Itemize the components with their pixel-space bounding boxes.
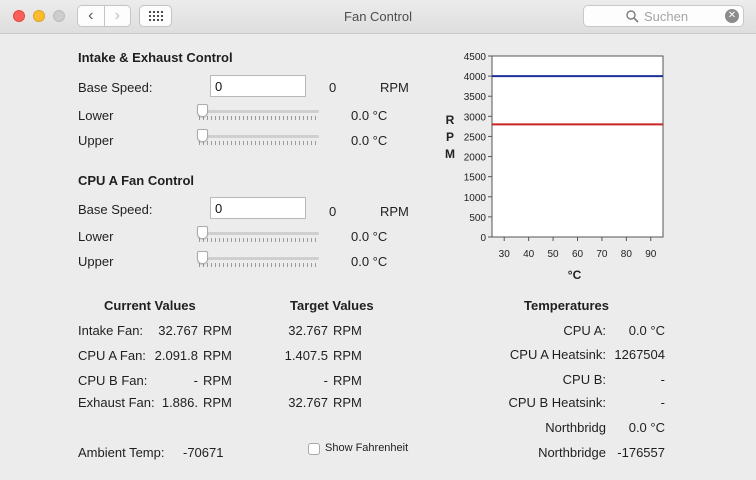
temp-value-cpu-a: 0.0 °C xyxy=(628,323,665,338)
cpu-a-lower-value: 0.0 °C xyxy=(351,229,388,244)
current-values-heading: Current Values xyxy=(104,298,196,313)
x-tick-label: 60 xyxy=(572,249,584,260)
search-icon xyxy=(626,10,639,23)
cpu-a-base-speed-field[interactable] xyxy=(210,197,306,219)
ambient-temp-value: -70671 xyxy=(183,445,224,460)
intake-lower-slider[interactable] xyxy=(197,104,319,123)
current-label-intake: Intake Fan: xyxy=(78,323,144,338)
temp-label-cpu-b: CPU B: xyxy=(562,372,606,387)
target-unit-intake: RPM xyxy=(333,323,362,338)
intake-rpm-unit: RPM xyxy=(380,80,409,95)
intake-exhaust-heading: Intake & Exhaust Control xyxy=(78,50,233,65)
y-tick-label: 3500 xyxy=(464,92,487,103)
cpu-a-upper-label: Upper xyxy=(78,254,114,269)
cpu-a-rpm-unit: RPM xyxy=(380,204,409,219)
show-fahrenheit-label[interactable]: Show Fahrenheit xyxy=(325,442,408,454)
search-input[interactable] xyxy=(644,8,724,24)
current-unit-cpu-b: RPM xyxy=(203,373,232,388)
target-value-intake: 32.767 xyxy=(288,323,328,338)
y-tick-label: 2000 xyxy=(464,153,487,164)
current-unit-intake: RPM xyxy=(203,323,232,338)
temp-value-northbridge: 0.0 °C xyxy=(628,420,665,435)
current-unit-exhaust: RPM xyxy=(203,395,232,410)
current-label-cpu-b: CPU B Fan: xyxy=(78,373,148,388)
slider-thumb[interactable] xyxy=(197,226,208,239)
target-unit-cpu-b: RPM xyxy=(333,373,362,388)
temp-value-northbridge-2: -176557 xyxy=(617,445,665,460)
target-unit-cpu-a: RPM xyxy=(333,348,362,363)
cpu-a-base-speed-label: Base Speed: xyxy=(78,202,153,217)
target-value-exhaust: 32.767 xyxy=(288,395,328,410)
target-unit-exhaust: RPM xyxy=(333,395,362,410)
cpu-a-lower-slider[interactable] xyxy=(197,226,319,245)
current-value-exhaust: 1.886. xyxy=(161,395,198,410)
temperatures-heading: Temperatures xyxy=(524,298,610,313)
cpu-a-base-speed-readout: 0 xyxy=(329,204,337,219)
cpu-a-upper-value: 0.0 °C xyxy=(351,254,388,269)
slider-thumb[interactable] xyxy=(197,129,208,142)
y-tick-label: 0 xyxy=(480,233,486,244)
temp-label-cpu-a: CPU A: xyxy=(563,323,606,338)
x-tick-label: 50 xyxy=(548,249,560,260)
cpu-a-upper-slider[interactable] xyxy=(197,251,319,270)
y-tick-label: 4500 xyxy=(464,52,487,63)
current-unit-cpu-a: RPM xyxy=(203,348,232,363)
y-tick-label: 2500 xyxy=(464,132,487,143)
temp-value-cpu-b-heatsink: - xyxy=(660,395,665,410)
title-bar: ‹ › Fan Control ✕ xyxy=(0,0,756,34)
x-tick-label: 40 xyxy=(523,249,535,260)
y-tick-label: 3000 xyxy=(464,112,487,123)
y-tick-label: 1500 xyxy=(464,173,487,184)
cpu-a-heading: CPU A Fan Control xyxy=(78,173,195,188)
clear-search-icon[interactable]: ✕ xyxy=(725,9,739,23)
temp-value-cpu-b: - xyxy=(660,372,665,387)
current-label-cpu-a: CPU A Fan: xyxy=(78,348,146,363)
current-value-cpu-b: - xyxy=(193,373,198,388)
x-axis-label: °C xyxy=(568,268,582,282)
intake-base-speed-field[interactable] xyxy=(210,75,306,97)
y-tick-label: 500 xyxy=(469,213,486,224)
temp-label-cpu-b-heatsink: CPU B Heatsink: xyxy=(508,395,606,410)
intake-base-speed-label: Base Speed: xyxy=(78,80,153,95)
slider-thumb[interactable] xyxy=(197,251,208,264)
intake-lower-label: Lower xyxy=(78,108,114,123)
x-tick-label: 80 xyxy=(621,249,633,260)
target-values-heading: Target Values xyxy=(290,298,374,313)
target-value-cpu-b: - xyxy=(323,373,328,388)
chart-plot-area xyxy=(491,55,664,238)
y-axis-label-letter: P xyxy=(446,130,454,144)
y-tick-label: 1000 xyxy=(464,193,487,204)
y-axis-label-letter: R xyxy=(446,113,455,127)
temp-label-northbridge: Northbridg xyxy=(545,420,606,435)
y-axis-label-letter: M xyxy=(445,147,455,161)
current-value-cpu-a: 2.091.8 xyxy=(154,348,198,363)
x-tick-label: 90 xyxy=(645,249,657,260)
x-tick-label: 30 xyxy=(499,249,511,260)
cpu-a-lower-label: Lower xyxy=(78,229,114,244)
y-tick-label: 4000 xyxy=(464,72,487,83)
temp-label-northbridge-2: Northbridge xyxy=(538,445,606,460)
fan-curve-chart: 0 500 1000 1500 2000 2500 3000 3500 4000 4500 30 40… xyxy=(445,52,664,282)
x-tick-label: 70 xyxy=(596,249,608,260)
intake-lower-value: 0.0 °C xyxy=(351,108,388,123)
intake-upper-slider[interactable] xyxy=(197,129,319,148)
intake-upper-value: 0.0 °C xyxy=(351,133,388,148)
show-fahrenheit-checkbox[interactable] xyxy=(308,443,320,455)
temp-value-cpu-a-heatsink: 1267504 xyxy=(614,347,665,362)
current-value-intake: 32.767 xyxy=(158,323,198,338)
target-value-cpu-a: 1.407.5 xyxy=(284,348,328,363)
slider-thumb[interactable] xyxy=(197,104,208,117)
ambient-temp-label: Ambient Temp: xyxy=(78,445,165,460)
intake-base-speed-readout: 0 xyxy=(329,80,337,95)
intake-upper-label: Upper xyxy=(78,133,114,148)
temp-label-cpu-a-heatsink: CPU A Heatsink: xyxy=(509,347,606,362)
search-field[interactable]: ✕ xyxy=(583,5,744,27)
